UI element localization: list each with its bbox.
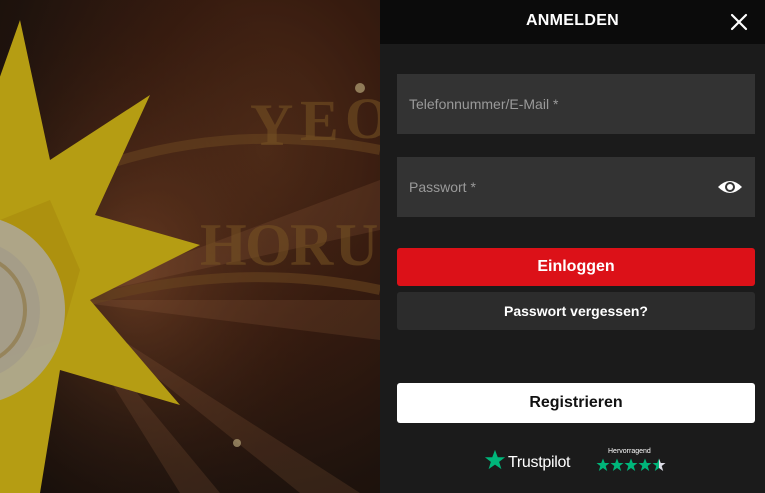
- trustpilot-brand: Trustpilot: [508, 454, 571, 471]
- login-field[interactable]: [397, 74, 755, 134]
- half-star-icon: [652, 458, 666, 471]
- star-icon: [610, 458, 624, 471]
- eye-icon[interactable]: [717, 177, 743, 197]
- password-field[interactable]: [397, 157, 755, 217]
- star-icon: [638, 458, 652, 471]
- trustpilot-star-icon: [484, 449, 506, 470]
- phone-email-input[interactable]: [397, 74, 755, 134]
- rating-label: Hervorragend: [608, 448, 651, 455]
- login-button[interactable]: Einloggen: [397, 248, 755, 286]
- dialog-header: ANMELDEN: [380, 0, 765, 44]
- forgot-password-button[interactable]: Passwort vergessen?: [397, 292, 755, 330]
- close-icon[interactable]: [727, 10, 751, 34]
- rating-stars: [596, 458, 666, 471]
- background-game-art: Y E O H O R U: [0, 0, 380, 493]
- dialog-title: ANMELDEN: [525, 12, 620, 29]
- login-panel: ANMELDEN Einloggen Passwort vergessen? R…: [380, 0, 765, 493]
- star-icon: [624, 458, 638, 471]
- star-icon: [596, 458, 610, 471]
- register-button[interactable]: Registrieren: [397, 383, 755, 423]
- password-input[interactable]: [397, 157, 755, 217]
